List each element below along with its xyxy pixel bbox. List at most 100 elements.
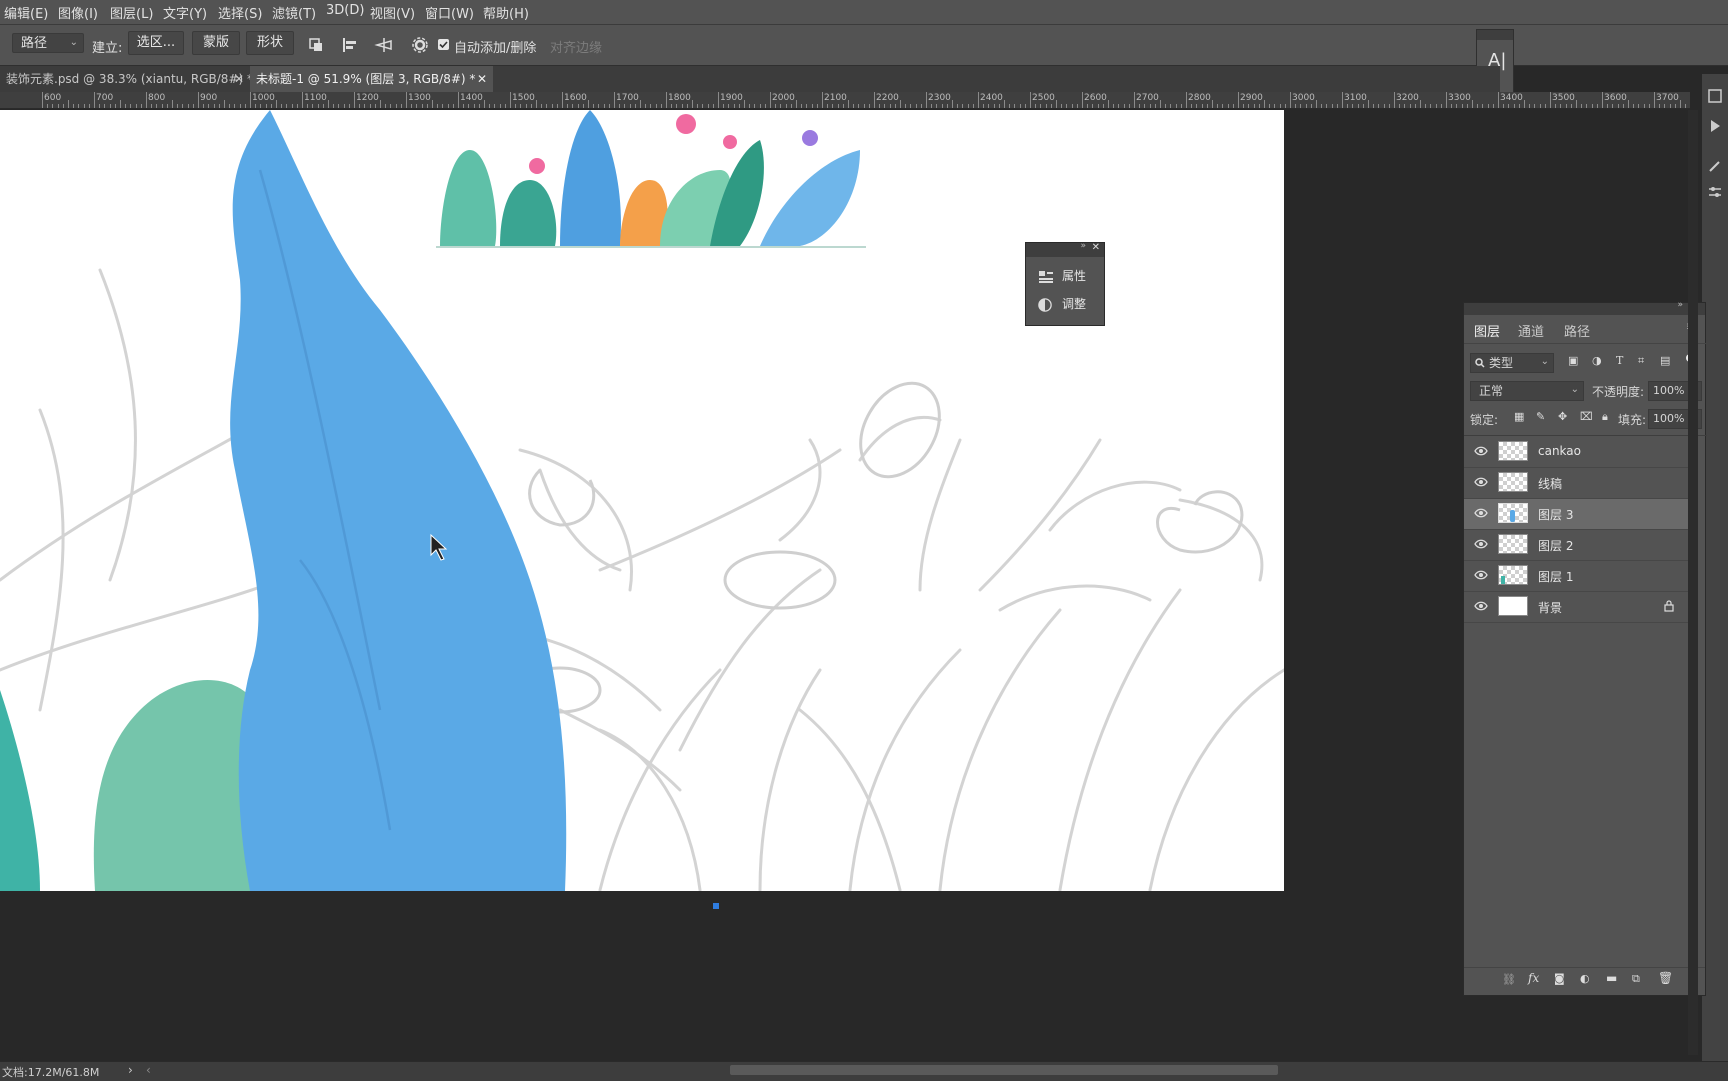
lock-icon[interactable] xyxy=(1664,600,1674,612)
ruler-minor-tick xyxy=(1243,104,1245,108)
scroll-left-icon[interactable]: ‹ xyxy=(146,1063,151,1077)
menu-select[interactable]: 选择(S) xyxy=(218,3,262,22)
ruler-minor-tick xyxy=(1409,104,1411,108)
ruler-minor-tick xyxy=(125,104,127,108)
tab-untitled-1[interactable]: 未标题-1 @ 51.9% (图层 3, RGB/8#) * ✕ xyxy=(250,66,493,92)
shape-button[interactable]: 形状 xyxy=(246,31,294,55)
menu-edit[interactable]: 编辑(E) xyxy=(4,3,48,22)
visibility-eye-icon[interactable] xyxy=(1474,477,1488,487)
selection-button[interactable]: 选区... xyxy=(128,31,184,55)
new-layer-icon[interactable]: ⧉ xyxy=(1632,972,1640,986)
collapse-icon[interactable]: » xyxy=(1080,241,1086,251)
ruler-label: 1500 xyxy=(512,93,535,103)
path-operations-icon[interactable] xyxy=(306,35,326,55)
layer-row[interactable]: 图层 1 xyxy=(1464,561,1692,592)
ruler-minor-tick xyxy=(900,100,901,108)
tool-mode-select[interactable]: 路径 ⌄ xyxy=(12,33,84,53)
ruler-minor-tick xyxy=(156,104,158,108)
visibility-eye-icon[interactable] xyxy=(1474,539,1488,549)
layer-filter-select[interactable]: 类型 ⌄ xyxy=(1470,353,1554,373)
collapse-icon[interactable]: » xyxy=(1677,300,1683,310)
brush-settings-icon[interactable] xyxy=(1707,158,1723,174)
close-icon[interactable]: ✕ xyxy=(1092,242,1100,253)
layer-row[interactable]: 线稿 xyxy=(1464,468,1692,499)
layer-row[interactable]: 图层 2 xyxy=(1464,530,1692,561)
mask-button[interactable]: 蒙版 xyxy=(192,31,240,55)
filter-adjustment-icon[interactable]: ◑ xyxy=(1592,354,1602,367)
layer-style-fx-icon[interactable]: fx xyxy=(1528,971,1539,985)
blend-mode-value: 正常 xyxy=(1479,384,1504,398)
reference-illustration xyxy=(436,110,866,248)
tab-decoration-psd[interactable]: 装饰元素.psd @ 38.3% (xiantu, RGB/8#) * ✕ xyxy=(0,66,253,92)
ruler-minor-tick xyxy=(520,104,522,108)
menu-type[interactable]: 文字(Y) xyxy=(163,3,207,22)
lock-transparent-icon[interactable]: ▦ xyxy=(1514,410,1524,423)
document-canvas[interactable] xyxy=(0,110,1284,891)
checkmark-icon xyxy=(439,41,448,49)
history-icon[interactable] xyxy=(1707,88,1723,104)
delete-trash-icon[interactable]: 🗑︎ xyxy=(1658,971,1673,985)
ruler-minor-tick xyxy=(1206,104,1208,108)
layer-row[interactable]: 背景 xyxy=(1464,592,1692,623)
layer-row[interactable]: cankao xyxy=(1464,437,1692,468)
path-alignment-icon[interactable] xyxy=(340,35,360,55)
ruler-minor-tick xyxy=(515,104,517,108)
horizontal-scrollbar-thumb[interactable] xyxy=(730,1065,1278,1075)
tab-layers[interactable]: 图层 xyxy=(1474,321,1500,340)
ruler-minor-tick xyxy=(1362,104,1364,108)
canvas-artwork xyxy=(0,110,1284,891)
auto-add-delete-checkbox[interactable] xyxy=(438,39,449,50)
ruler-minor-tick xyxy=(224,100,225,108)
tab-channels[interactable]: 通道 xyxy=(1518,321,1544,340)
layer-row-selected[interactable]: 图层 3 xyxy=(1464,499,1692,530)
menu-3d[interactable]: 3D(D) xyxy=(326,3,364,18)
filter-type-icon[interactable]: T xyxy=(1616,354,1623,367)
ruler-minor-tick xyxy=(733,104,735,108)
lock-all-icon[interactable]: 🔒︎ xyxy=(1602,410,1608,424)
chevron-right-icon[interactable]: › xyxy=(128,1063,133,1077)
new-group-folder-icon[interactable]: ▬ xyxy=(1606,971,1617,985)
menu-help[interactable]: 帮助(H) xyxy=(483,3,529,22)
menu-view[interactable]: 视图(V) xyxy=(370,3,415,22)
ruler-minor-tick xyxy=(827,104,829,108)
adjustments-item[interactable]: 调整 xyxy=(1038,295,1086,312)
ruler-minor-tick xyxy=(598,104,600,108)
visibility-eye-icon[interactable] xyxy=(1474,601,1488,611)
link-layers-icon[interactable]: ⛓︎ xyxy=(1502,973,1516,986)
ruler-label: 2900 xyxy=(1240,93,1263,103)
ruler-minor-tick xyxy=(967,104,969,108)
play-icon[interactable] xyxy=(1707,118,1723,134)
menu-window[interactable]: 窗口(W) xyxy=(425,3,474,22)
menu-image[interactable]: 图像(I) xyxy=(58,3,98,22)
filter-shape-icon[interactable]: ⌗ xyxy=(1638,354,1644,368)
ruler-minor-tick xyxy=(1217,104,1219,108)
ruler-minor-tick xyxy=(1160,100,1161,108)
ruler-minor-tick xyxy=(1165,104,1167,108)
sliders-icon[interactable] xyxy=(1707,184,1723,200)
lock-position-move-icon[interactable]: ✥ xyxy=(1558,410,1567,423)
vertical-scrollbar[interactable] xyxy=(1688,110,1698,1055)
ruler-minor-tick xyxy=(1565,104,1567,108)
gear-icon[interactable] xyxy=(410,35,430,55)
blend-mode-select[interactable]: 正常 ⌄ xyxy=(1470,381,1584,401)
menu-filter[interactable]: 滤镜(T) xyxy=(272,3,316,22)
new-adjustment-icon[interactable]: ◐ xyxy=(1580,972,1590,985)
filter-pixel-icon[interactable]: ▣ xyxy=(1568,354,1578,367)
lock-pixels-brush-icon[interactable]: ✎ xyxy=(1536,410,1545,423)
auto-add-delete-label: 自动添加/删除 xyxy=(454,41,537,56)
close-icon[interactable]: ✕ xyxy=(234,66,244,92)
filter-smart-object-icon[interactable]: ▤ xyxy=(1660,354,1670,367)
ruler-minor-tick xyxy=(1581,104,1583,108)
visibility-eye-icon[interactable] xyxy=(1474,508,1488,518)
tab-paths[interactable]: 路径 xyxy=(1564,321,1590,340)
close-icon[interactable]: ✕ xyxy=(477,66,487,92)
properties-item[interactable]: 属性 xyxy=(1038,267,1086,284)
ruler-major-tick xyxy=(354,92,355,108)
add-mask-icon[interactable]: ◙ xyxy=(1554,972,1565,985)
menu-layer[interactable]: 图层(L) xyxy=(110,3,153,22)
ruler-minor-tick xyxy=(1492,104,1494,108)
visibility-eye-icon[interactable] xyxy=(1474,570,1488,580)
lock-artboard-icon[interactable]: ⌧ xyxy=(1580,410,1593,423)
visibility-eye-icon[interactable] xyxy=(1474,446,1488,456)
path-arrangement-icon[interactable] xyxy=(374,35,394,55)
